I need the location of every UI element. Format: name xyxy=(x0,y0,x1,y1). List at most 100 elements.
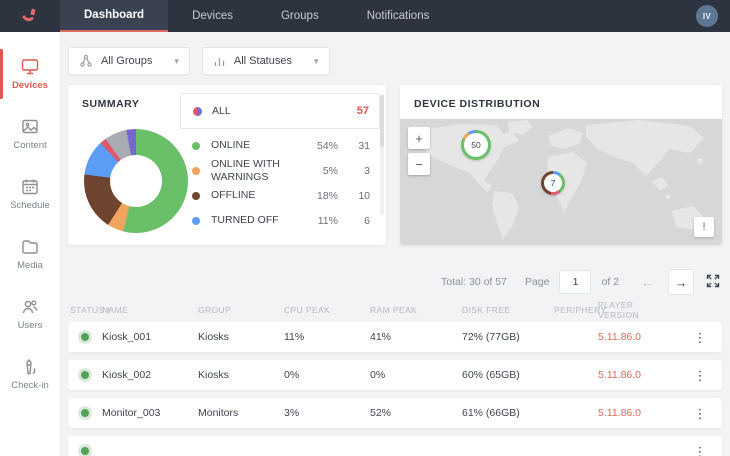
cpu-peak: 3% xyxy=(282,407,368,419)
sidebar-item-schedule[interactable]: Schedule xyxy=(0,164,60,224)
tab-groups[interactable]: Groups xyxy=(257,0,343,32)
device-group: Kiosks xyxy=(196,331,282,343)
table-row[interactable]: Kiosk_002 Kiosks 0% 0% 60% (65GB) 5.11.8… xyxy=(68,360,722,390)
expand-table-button[interactable] xyxy=(704,274,722,291)
table-row[interactable]: Monitor_003 Monitors 3% 52% 61% (66GB) 5… xyxy=(68,398,722,428)
map-cluster-marker-africa[interactable]: 7 xyxy=(541,171,565,195)
row-menu-button[interactable]: ⋮ xyxy=(676,407,722,420)
legend-row-online-with-warnings[interactable]: ONLINE WITH WARNINGS 5% 3 xyxy=(180,158,380,183)
user-avatar[interactable]: IV xyxy=(696,5,718,27)
device-name: Monitor_003 xyxy=(100,407,196,419)
table-row[interactable]: Kiosk_001 Kiosks 11% 41% 72% (77GB) 5.11… xyxy=(68,322,722,352)
legend-label: OFFLINE xyxy=(211,189,300,201)
legend-label: ONLINE xyxy=(211,139,300,151)
chevron-down-icon: ▾ xyxy=(174,56,179,67)
column-header-name[interactable]: NAME xyxy=(100,305,196,315)
row-menu-button[interactable]: ⋮ xyxy=(676,369,722,382)
sidebar-item-label: Check-in xyxy=(11,380,49,391)
legend-label: ONLINE WITH WARNINGS xyxy=(211,158,300,182)
table-row-partial[interactable]: ⋮ xyxy=(68,436,722,456)
column-header-cpu-peak[interactable]: CPU PEAK xyxy=(282,305,368,315)
tab-dashboard-label: Dashboard xyxy=(84,9,144,21)
legend-pct: 54% xyxy=(300,140,338,152)
app-logo[interactable] xyxy=(0,0,60,32)
statuses-filter-dropdown[interactable]: All Statuses ▾ xyxy=(202,47,330,75)
folder-icon xyxy=(20,238,40,256)
ram-peak: 41% xyxy=(368,331,460,343)
table-toolbar: Total: 30 of 57 Page of 2 ← → xyxy=(441,268,722,296)
sidebar-item-media[interactable]: Media xyxy=(0,224,60,284)
device-group: Kiosks xyxy=(196,369,282,381)
summary-card: SUMMARY ALL 57 ONLINE 54% 31 ONLINE WITH… xyxy=(68,85,386,245)
page-number-input[interactable] xyxy=(559,270,591,294)
row-menu-button[interactable]: ⋮ xyxy=(676,445,722,456)
tab-devices-label: Devices xyxy=(192,10,233,22)
sidebar-item-check-in[interactable]: Check-in xyxy=(0,344,60,404)
sidebar-item-label: Content xyxy=(13,140,46,151)
sidebar-item-label: Users xyxy=(18,320,43,331)
online-status-dot xyxy=(81,409,89,417)
pen-icon xyxy=(20,358,40,376)
tab-notifications-label: Notifications xyxy=(367,10,430,22)
online-status-dot xyxy=(81,333,89,341)
column-header-player-version[interactable]: PLAYER VERSION xyxy=(596,300,676,320)
all-count: 57 xyxy=(357,105,369,117)
chevron-down-icon: ▾ xyxy=(314,56,319,67)
column-header-group[interactable]: GROUP xyxy=(196,305,282,315)
groups-filter-dropdown[interactable]: All Groups ▾ xyxy=(68,47,190,75)
top-navigation-bar: Dashboard Devices Groups Notifications I… xyxy=(0,0,730,32)
previous-page-button[interactable]: ← xyxy=(637,275,658,290)
photo-icon xyxy=(20,118,40,136)
row-menu-button[interactable]: ⋮ xyxy=(676,331,722,344)
status-legend-panel: ALL 57 ONLINE 54% 31 ONLINE WITH WARNING… xyxy=(180,93,380,241)
legend-count: 3 xyxy=(338,165,370,177)
total-count-text: Total: 30 of 57 xyxy=(441,276,507,288)
table-header: STATUS↑ NAME GROUP CPU PEAK RAM PEAK DIS… xyxy=(68,300,722,320)
turned-off-status-dot xyxy=(192,217,200,225)
sidebar-item-label: Schedule xyxy=(10,200,50,211)
map-zoom-out-button[interactable]: − xyxy=(408,153,430,175)
legend-pct: 11% xyxy=(300,215,338,227)
tab-devices[interactable]: Devices xyxy=(168,0,257,32)
map-zoom-in-button[interactable]: + xyxy=(408,127,430,149)
column-header-ram-peak[interactable]: RAM PEAK xyxy=(368,305,460,315)
legend-row-offline[interactable]: OFFLINE 18% 10 xyxy=(180,183,380,208)
brand-logo-icon xyxy=(20,6,40,26)
nav-tabs: Dashboard Devices Groups Notifications xyxy=(60,0,453,32)
donut-hole xyxy=(110,155,162,207)
column-header-status[interactable]: STATUS↑ xyxy=(68,305,100,315)
next-page-button[interactable]: → xyxy=(668,269,694,295)
map-error-button[interactable]: ! xyxy=(694,217,714,237)
column-header-disk-free[interactable]: DISK FREE xyxy=(460,305,552,315)
statuses-filter-label: All Statuses xyxy=(234,55,292,67)
column-header-periphery[interactable]: PERIPHERY xyxy=(552,305,596,315)
legend-row-turned-off[interactable]: TURNED OFF 11% 6 xyxy=(180,208,380,233)
device-group: Monitors xyxy=(196,407,282,419)
legend-label: TURNED OFF xyxy=(211,214,300,226)
page-of-text: of 2 xyxy=(601,276,619,288)
legend-row-online[interactable]: ONLINE 54% 31 xyxy=(180,133,380,158)
legend-count: 10 xyxy=(338,190,370,202)
disk-free: 72% (77GB) xyxy=(460,331,552,343)
groups-filter-icon xyxy=(79,54,93,68)
tab-dashboard[interactable]: Dashboard xyxy=(60,0,168,32)
legend-pct: 5% xyxy=(300,165,338,177)
device-distribution-card: DEVICE DISTRIBUTION + − 50 7 xyxy=(400,85,722,245)
ram-peak: 52% xyxy=(368,407,460,419)
calendar-icon xyxy=(20,178,40,196)
player-version: 5.11.86.0 xyxy=(596,407,676,419)
legend-scrollbar[interactable] xyxy=(380,95,384,215)
map-cluster-marker-north-america[interactable]: 50 xyxy=(461,130,491,160)
world-map[interactable]: + − 50 7 ! xyxy=(400,119,722,245)
cluster-count: 7 xyxy=(544,174,562,192)
legend-row-all[interactable]: ALL 57 xyxy=(180,93,380,129)
sidebar-item-users[interactable]: Users xyxy=(0,284,60,344)
scrollbar-thumb[interactable] xyxy=(380,95,384,147)
filter-bar: All Groups ▾ All Statuses ▾ xyxy=(68,47,330,75)
sidebar-item-label: Devices xyxy=(12,80,48,91)
sidebar-item-content[interactable]: Content xyxy=(0,104,60,164)
tab-notifications[interactable]: Notifications xyxy=(343,0,454,32)
sidebar-item-label: Media xyxy=(17,260,43,271)
legend-count: 6 xyxy=(338,215,370,227)
sidebar-item-devices[interactable]: Devices xyxy=(0,44,60,104)
